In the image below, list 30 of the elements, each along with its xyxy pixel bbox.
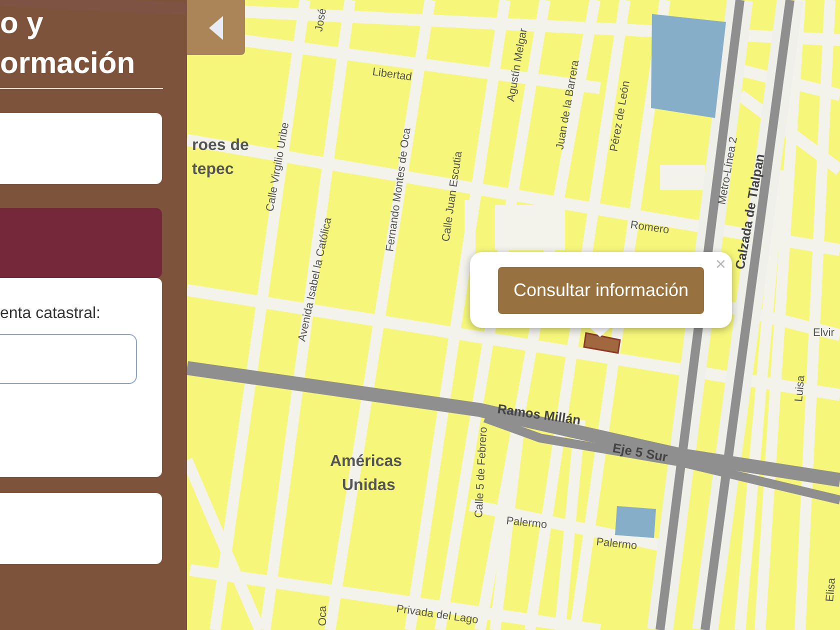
street-label: Pérez de León bbox=[608, 80, 632, 153]
street-label: Calle Juan Escutia bbox=[440, 150, 465, 242]
street-label: José bbox=[313, 8, 329, 33]
street-label: Calle 5 de Febrero bbox=[473, 426, 490, 518]
street-label: Palermo bbox=[506, 515, 548, 532]
street-label: Luisa bbox=[793, 375, 808, 402]
street-label: Agustín Melgar bbox=[505, 28, 530, 103]
road-label: Ramos Millán bbox=[496, 401, 582, 428]
street-label: Oca bbox=[317, 606, 329, 626]
street-label: Elvir bbox=[813, 327, 834, 339]
street-label: Juan de la Barrera bbox=[554, 59, 582, 151]
collapse-button[interactable] bbox=[187, 0, 245, 55]
panel-title: o y bbox=[0, 6, 44, 42]
street-label: Libertad bbox=[372, 66, 413, 84]
street-label: Romero bbox=[630, 219, 670, 236]
street-label: Fernando Montes de Oca bbox=[384, 127, 414, 252]
street-label: Avenida Isabel la Católica bbox=[296, 216, 334, 343]
road-label: Eje 5 Sur bbox=[611, 440, 669, 465]
field-label: enta catastral: bbox=[0, 304, 100, 324]
neighborhood-label: tepec bbox=[192, 161, 234, 178]
street-label: Calle Virgilio Uribe bbox=[264, 122, 292, 213]
input-field[interactable] bbox=[0, 334, 137, 384]
triangle-left-icon bbox=[207, 14, 225, 40]
street-label: Privada del Lago bbox=[396, 603, 479, 626]
panel-title: ormación bbox=[0, 46, 136, 82]
street-label: Elisa bbox=[824, 577, 838, 602]
street-label: Palermo bbox=[596, 536, 638, 552]
street-label: Metro-Línea 2 bbox=[716, 136, 740, 206]
parcel-marker[interactable] bbox=[583, 332, 621, 354]
consult-button[interactable]: Consultar información bbox=[498, 266, 704, 314]
